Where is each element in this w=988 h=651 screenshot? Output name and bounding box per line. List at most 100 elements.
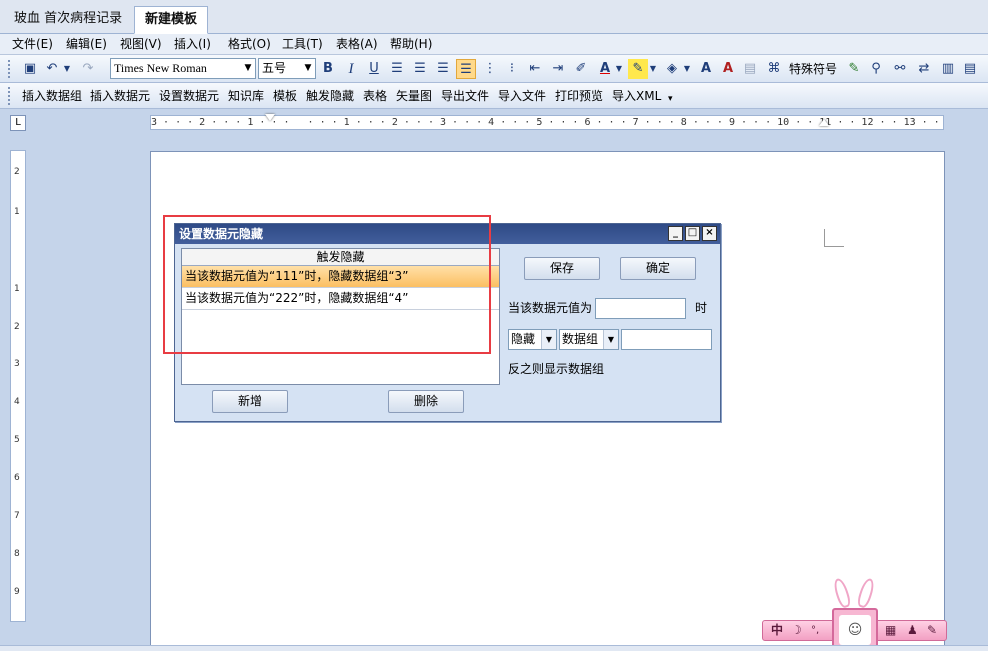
settings-icon[interactable]: ✎ — [927, 621, 937, 640]
shading-dropdown-icon[interactable]: ▼ — [682, 59, 692, 79]
font-color-dropdown-icon[interactable]: ▼ — [614, 59, 624, 79]
shading-icon[interactable]: ◈ — [662, 59, 682, 79]
minimize-button[interactable]: _ — [668, 226, 683, 241]
menu-table[interactable]: 表格(A) — [336, 36, 378, 53]
set-data-element-button[interactable]: 设置数据元 — [159, 87, 219, 105]
import-file-button[interactable]: 导入文件 — [498, 87, 546, 105]
grid-row[interactable]: 当该数据元值为“111”时，隐藏数据组“3” — [182, 266, 499, 288]
tab-new-template[interactable]: 新建模板 — [134, 6, 209, 34]
page-setup-icon[interactable]: ▥ — [938, 59, 958, 79]
vruler-label: 5 — [14, 435, 20, 445]
delete-button[interactable]: 删除 — [388, 390, 464, 413]
format-toolbar: ▣ ↶ ▼ ↷ Times New Roman ▼ 五号 ▼ B I U ☰ ☰… — [0, 55, 988, 83]
add-button[interactable]: 新增 — [212, 390, 288, 413]
align-justify-icon[interactable]: ☰ — [456, 59, 476, 79]
find-binoculars-icon[interactable]: ⚯ — [890, 59, 910, 79]
knowledge-base-button[interactable]: 知识库 — [228, 87, 264, 105]
target-type-select[interactable]: 数据组 ▼ — [559, 329, 619, 350]
bold-button[interactable]: B — [318, 59, 338, 79]
action-select-value: 隐藏 — [511, 332, 536, 346]
print-preview-button[interactable]: 打印预览 — [555, 87, 603, 105]
user-icon[interactable]: ♟ — [907, 621, 918, 640]
ok-button[interactable]: 确定 — [620, 257, 696, 280]
export-file-button[interactable]: 导出文件 — [441, 87, 489, 105]
insert-data-element-button[interactable]: 插入数据元 — [90, 87, 150, 105]
font-size-value: 五号 — [262, 61, 287, 75]
insert-data-group-button[interactable]: 插入数据组 — [22, 87, 82, 105]
font-name-select[interactable]: Times New Roman ▼ — [110, 58, 256, 79]
trigger-hide-button[interactable]: 触发隐藏 — [306, 87, 354, 105]
punctuation-icon[interactable]: °, — [811, 621, 819, 640]
font-shrink-icon[interactable]: A — [718, 59, 738, 79]
align-right-icon[interactable]: ☰ — [433, 59, 453, 79]
align-left-icon[interactable]: ☰ — [387, 59, 407, 79]
replace-icon[interactable]: ⇄ — [914, 59, 934, 79]
note-icon[interactable]: ✎ — [844, 59, 864, 79]
highlight-dropdown-icon[interactable]: ▼ — [648, 59, 658, 79]
font-color-icon[interactable]: A — [595, 59, 615, 79]
value-input[interactable] — [595, 298, 686, 319]
tab-bar: 玻血 首次病程记录 新建模板 — [0, 0, 988, 34]
underline-button[interactable]: U — [364, 59, 384, 79]
font-name-value: Times New Roman — [114, 61, 207, 75]
target-group-input[interactable] — [621, 329, 712, 350]
import-xml-button[interactable]: 导入XML — [612, 87, 661, 105]
dialog-title-bar[interactable]: 设置数据元隐藏 — [175, 224, 720, 244]
menu-view[interactable]: 视图(V) — [120, 36, 162, 53]
trigger-hide-grid: 触发隐藏 当该数据元值为“111”时，隐藏数据组“3” 当该数据元值为“222”… — [181, 248, 500, 385]
highlight-icon[interactable]: ✎ — [628, 59, 648, 79]
tab-first-course-record[interactable]: 玻血 首次病程记录 — [4, 6, 132, 34]
horizontal-scrollbar[interactable] — [0, 645, 988, 651]
value-condition-label: 当该数据元值为 — [508, 301, 593, 315]
data-toolbar: 插入数据组 插入数据元 设置数据元 知识库 模板 触发隐藏 表格 矢量图 导出文… — [0, 83, 988, 109]
font-size-select[interactable]: 五号 ▼ — [258, 58, 316, 79]
set-data-element-hide-dialog: 设置数据元隐藏 _ □ × 触发隐藏 当该数据元值为“111”时，隐藏数据组“3… — [174, 223, 721, 422]
table-button[interactable]: 表格 — [363, 87, 387, 105]
increase-indent-icon[interactable]: ⇥ — [548, 59, 568, 79]
chevron-down-icon: ▼ — [603, 330, 618, 349]
menu-file[interactable]: 文件(E) — [12, 36, 53, 53]
grid-column-header[interactable]: 触发隐藏 — [182, 249, 499, 266]
smiley-icon: ☺ — [839, 615, 871, 645]
special-symbols-button[interactable]: 特殊符号 — [789, 60, 837, 78]
left-indent-marker[interactable] — [265, 114, 275, 121]
bullet-list-icon[interactable]: ⁝ — [502, 59, 522, 79]
menu-tools[interactable]: 工具(T) — [282, 36, 323, 53]
clear-format-icon[interactable]: ▤ — [740, 59, 760, 79]
decrease-indent-icon[interactable]: ⇤ — [525, 59, 545, 79]
redo-icon[interactable]: ↷ — [78, 59, 98, 79]
format-painter-icon[interactable]: ✐ — [571, 59, 591, 79]
right-indent-marker[interactable] — [819, 119, 829, 126]
toolbar-overflow-icon[interactable]: ▾ — [668, 90, 673, 108]
close-button[interactable]: × — [702, 226, 717, 241]
align-center-icon[interactable]: ☰ — [410, 59, 430, 79]
maximize-button[interactable]: □ — [685, 226, 700, 241]
grid-row[interactable]: 当该数据元值为“222”时，隐藏数据组“4” — [182, 288, 499, 310]
action-select[interactable]: 隐藏 ▼ — [508, 329, 557, 350]
save-icon[interactable]: ▣ — [20, 59, 40, 79]
menu-insert[interactable]: 插入(I) — [174, 36, 211, 53]
ime-language-toggle[interactable]: 中 — [771, 621, 783, 640]
vruler-label: 9 — [14, 587, 20, 597]
menu-help[interactable]: 帮助(H) — [390, 36, 432, 53]
vector-graphic-button[interactable]: 矢量图 — [396, 87, 432, 105]
undo-dropdown-icon[interactable]: ▼ — [62, 59, 72, 79]
vruler-label: 2 — [14, 167, 20, 177]
keyboard-icon[interactable]: ▦ — [885, 621, 896, 640]
print-icon[interactable]: ▤ — [960, 59, 980, 79]
menu-format[interactable]: 格式(O) — [228, 36, 271, 53]
undo-icon[interactable]: ↶ — [42, 59, 62, 79]
ime-mascot[interactable]: ☺ — [830, 576, 880, 651]
menu-edit[interactable]: 编辑(E) — [66, 36, 107, 53]
italic-button[interactable]: I — [341, 59, 361, 79]
search-icon[interactable]: ⚲ — [866, 59, 886, 79]
toolbar-grip[interactable] — [8, 87, 11, 105]
moon-icon[interactable]: ☽ — [791, 621, 802, 640]
special-symbol-icon[interactable]: ⌘ — [764, 59, 784, 79]
save-button[interactable]: 保存 — [524, 257, 600, 280]
toolbar-grip[interactable] — [8, 60, 11, 78]
tab-stop-selector[interactable]: L — [10, 115, 26, 131]
numbered-list-icon[interactable]: ⋮ — [480, 59, 500, 79]
template-button[interactable]: 模板 — [273, 87, 297, 105]
font-grow-icon[interactable]: A — [696, 59, 716, 79]
